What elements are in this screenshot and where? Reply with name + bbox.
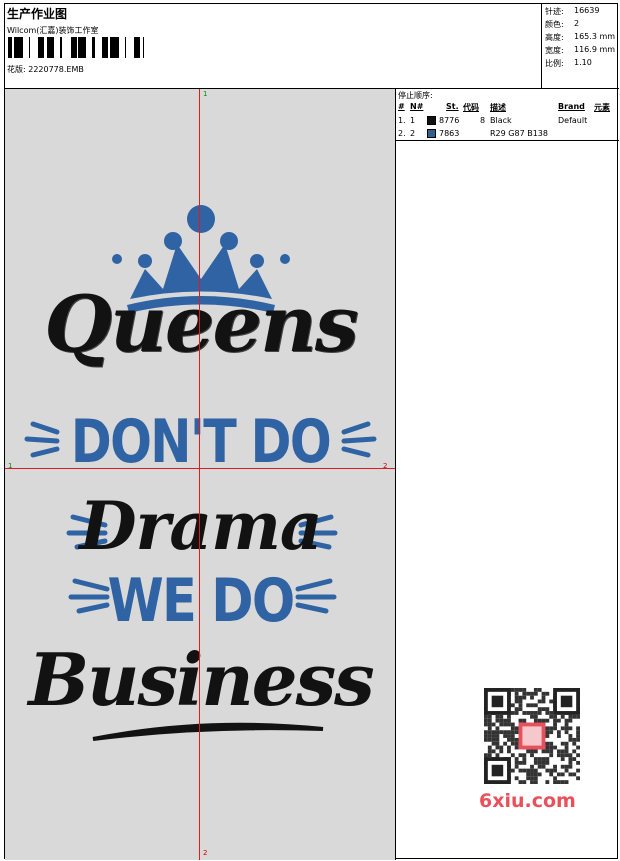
col-header-st: St. [446, 102, 459, 111]
col-header-n: N# [410, 102, 424, 111]
color-swatch [427, 116, 436, 125]
text-queens: Queens [44, 279, 359, 370]
watermark-block: 6xiu.com [473, 682, 589, 822]
stat-height: 高度: 165.3 mm [545, 32, 616, 42]
swoosh-underline [92, 722, 324, 741]
crosshair-vertical [199, 89, 200, 860]
text-we-do: WE DO [107, 566, 295, 636]
stat-stitches: 针迹: 16639 [545, 6, 600, 16]
crosshair-horizontal [5, 468, 395, 469]
text-business: Business [28, 637, 374, 722]
col-header-num: # [398, 102, 405, 111]
axis-label-left: 1 [8, 462, 13, 470]
text-dont-do: DON'T DO [70, 407, 332, 477]
color-swatch [427, 129, 436, 138]
axis-label-top: 1 [203, 90, 208, 98]
stats-panel: 针迹: 16639 颜色: 2 高度: 165.3 mm 宽度: 116.9 mm 比例… [541, 4, 619, 89]
col-header-brand: Brand [558, 102, 585, 111]
production-sheet: 生产作业图 Wilcom(汇嘉)装饰工作室 花版: 2220778.EMB 针迹… [4, 3, 619, 860]
header-panel: 生产作业图 Wilcom(汇嘉)装饰工作室 花版: 2220778.EMB [5, 4, 541, 89]
stop-sequence-title: 停止顺序: [398, 91, 433, 100]
design-filename: 花版: 2220778.EMB [7, 65, 84, 74]
sheet-title: 生产作业图 [7, 7, 68, 21]
axis-label-right: 2 [383, 462, 388, 470]
stat-width: 宽度: 116.9 mm [545, 45, 616, 55]
stat-scale: 比例: 1.10 [545, 58, 592, 68]
watermark-text: 6xiu.com [479, 790, 576, 812]
col-header-code: 代码 [463, 103, 479, 112]
stop-sequence-panel: 停止顺序: # N# St. 代码 描述 Brand 元素 1. 1 8776 … [396, 89, 619, 141]
col-header-element: 元素 [594, 103, 610, 112]
company-name: Wilcom(汇嘉)装饰工作室 [7, 26, 99, 35]
text-drama: Drama [79, 487, 322, 565]
col-header-desc: 描述 [490, 103, 506, 112]
barcode [8, 37, 144, 58]
stat-colors: 颜色: 2 [545, 19, 580, 29]
qr-code-icon [484, 688, 580, 784]
axis-label-bottom: 2 [203, 849, 208, 857]
design-preview: Queens DON'T DO Drama WE DO Business 1 1… [5, 89, 396, 860]
